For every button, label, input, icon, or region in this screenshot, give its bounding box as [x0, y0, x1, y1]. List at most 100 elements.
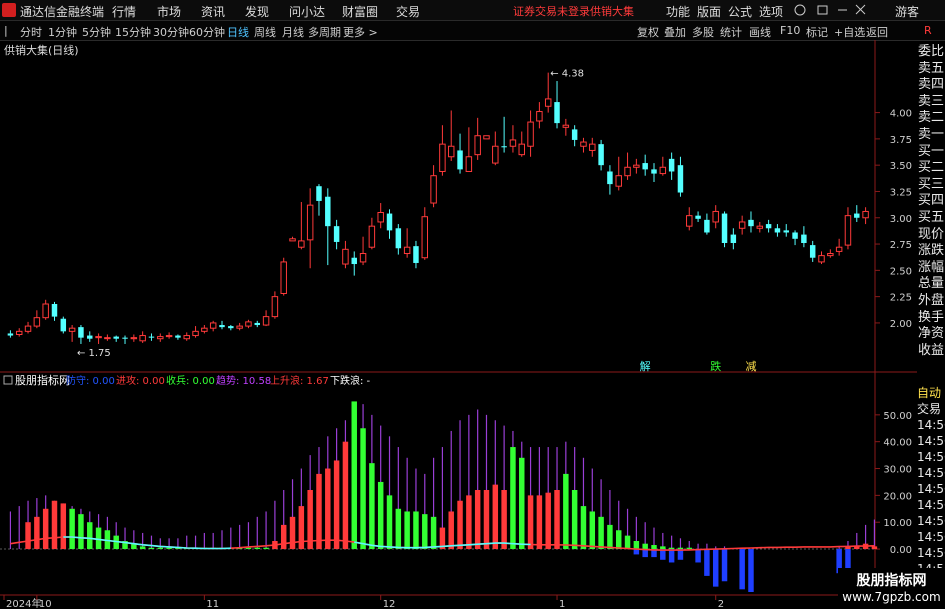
period-monthly[interactable]: 月线 [282, 24, 304, 40]
guest-label[interactable]: 游客 [895, 3, 919, 20]
period-1min[interactable]: 1分钟 [48, 24, 77, 40]
menu-item-faxian[interactable]: 发现 [245, 3, 269, 20]
quote-label: 买一 [917, 143, 944, 159]
indicator-bar [298, 506, 305, 550]
indicator-bar [474, 490, 481, 550]
menu-item-shichang[interactable]: 市场 [157, 3, 181, 20]
ind-tick-label: 50.00 [883, 411, 912, 422]
event-marker[interactable]: 解 [640, 359, 651, 373]
menu-item-gongneng[interactable]: 功能 [666, 3, 690, 20]
indicator-bar [404, 511, 410, 550]
candle [245, 319, 252, 329]
candle [325, 188, 331, 266]
candle [421, 207, 429, 260]
candle-body [783, 230, 789, 233]
candle-body [359, 253, 367, 263]
x-tick-label: 10 [39, 599, 52, 609]
candle-body [368, 225, 376, 248]
period-30min[interactable]: 30分钟 [153, 24, 189, 40]
candle [78, 325, 84, 344]
event-marker[interactable]: 减 [745, 360, 756, 373]
r-badge[interactable]: R [924, 24, 932, 37]
candle [395, 224, 402, 255]
candle-body [254, 322, 260, 326]
btn-fanhui[interactable]: 返回 [866, 24, 888, 40]
kline-chart[interactable]: 供销大集(日线) 4.00 3.75 3.50 3.25 3.00 2.75 2.50 2.2… [0, 40, 917, 609]
restore-icon[interactable] [817, 5, 828, 15]
price-tick-label: 3.50 [890, 161, 912, 172]
tick-time: 14:56 [917, 466, 945, 480]
event-marker[interactable]: 跌 [710, 359, 721, 373]
candle-body [854, 213, 860, 218]
period-weekly[interactable]: 周线 [254, 24, 276, 40]
btn-diejia[interactable]: 叠加 [664, 24, 686, 40]
candle [342, 240, 349, 269]
candle [465, 127, 473, 172]
candle [333, 219, 340, 250]
candle-body [835, 246, 843, 252]
candle [589, 137, 596, 157]
login-warning[interactable]: 证券交易未登录 [513, 3, 590, 19]
btn-fuquan[interactable]: 复权 [637, 24, 659, 40]
candle [139, 331, 146, 343]
candle [104, 334, 111, 341]
btn-tongji[interactable]: 统计 [720, 24, 742, 40]
candle [209, 320, 217, 332]
btn-zixuan[interactable]: +自选 [834, 24, 865, 40]
candle-body [333, 226, 340, 242]
legend-entry: 收兵: 0.00 [166, 374, 215, 387]
candle-body [403, 246, 411, 255]
indicator-bar [325, 468, 331, 550]
btn-huaxian[interactable]: 画线 [749, 24, 771, 40]
indicator-bar [60, 503, 67, 550]
candle-body [730, 234, 737, 243]
indicator-bar [721, 549, 728, 582]
period-fenshi[interactable]: 分时 [20, 24, 42, 40]
menu-item-gongshi[interactable]: 公式 [728, 3, 752, 20]
candle [219, 320, 225, 330]
candle [351, 251, 357, 276]
menu-item-wenxiaoda[interactable]: 问小达 [289, 3, 325, 20]
candle-body [562, 124, 570, 128]
period-toolbar: | 分时 1分钟 5分钟 15分钟 30分钟 60分钟 日线 周线 月线 多周期… [0, 21, 945, 41]
candle-body [695, 215, 701, 219]
period-15min[interactable]: 15分钟 [115, 24, 151, 40]
menu-item-caifuquan[interactable]: 财富圈 [342, 3, 378, 20]
btn-duogu[interactable]: 多股 [692, 24, 714, 40]
high-price-label: ← 4.38 [550, 69, 584, 80]
btn-biaoji[interactable]: 标记 [806, 24, 828, 40]
quote-label: 买二 [917, 160, 944, 176]
period-60min[interactable]: 60分钟 [189, 24, 225, 40]
menu-item-zixun[interactable]: 资讯 [201, 3, 225, 20]
btn-f10[interactable]: F10 [780, 24, 800, 37]
menu-item-jiaoyi[interactable]: 交易 [396, 3, 420, 20]
period-daily[interactable]: 日线 [227, 24, 249, 40]
period-more[interactable]: 更多 > [343, 24, 378, 40]
indicator-bar [563, 473, 569, 550]
indicator-settings-icon[interactable] [3, 375, 13, 385]
candle-body [756, 225, 764, 229]
quote-labels: 委比 卖五 卖四 卖三 卖二 卖一 买一 买二 买三 买四 买五 现价 涨跌 涨… [917, 44, 945, 359]
help-icon[interactable] [794, 4, 806, 16]
candle [87, 331, 93, 342]
legend-entry: 趋势: 10.58 [216, 374, 271, 387]
menu-item-xuanxiang[interactable]: 选项 [759, 3, 783, 20]
indicator-bar [642, 543, 648, 550]
candle [183, 332, 190, 341]
indicator-bar [739, 549, 745, 590]
candle [306, 188, 314, 269]
trade-label[interactable]: 交易 [917, 401, 945, 417]
auto-label[interactable]: 自动 [917, 385, 945, 401]
chevron-left-icon[interactable]: | [4, 24, 8, 37]
menu-item-banmian[interactable]: 版面 [697, 3, 721, 20]
candle [527, 110, 534, 157]
period-5min[interactable]: 5分钟 [82, 24, 111, 40]
menu-item-hangqing[interactable]: 行情 [112, 3, 136, 20]
candle-body [642, 163, 648, 170]
candle [748, 211, 754, 233]
period-multi[interactable]: 多周期 [308, 24, 341, 40]
candle [509, 125, 517, 153]
legend-entry: 上升浪: 1.67 [270, 374, 329, 387]
candle-body [165, 335, 173, 338]
candle-body [51, 304, 58, 317]
